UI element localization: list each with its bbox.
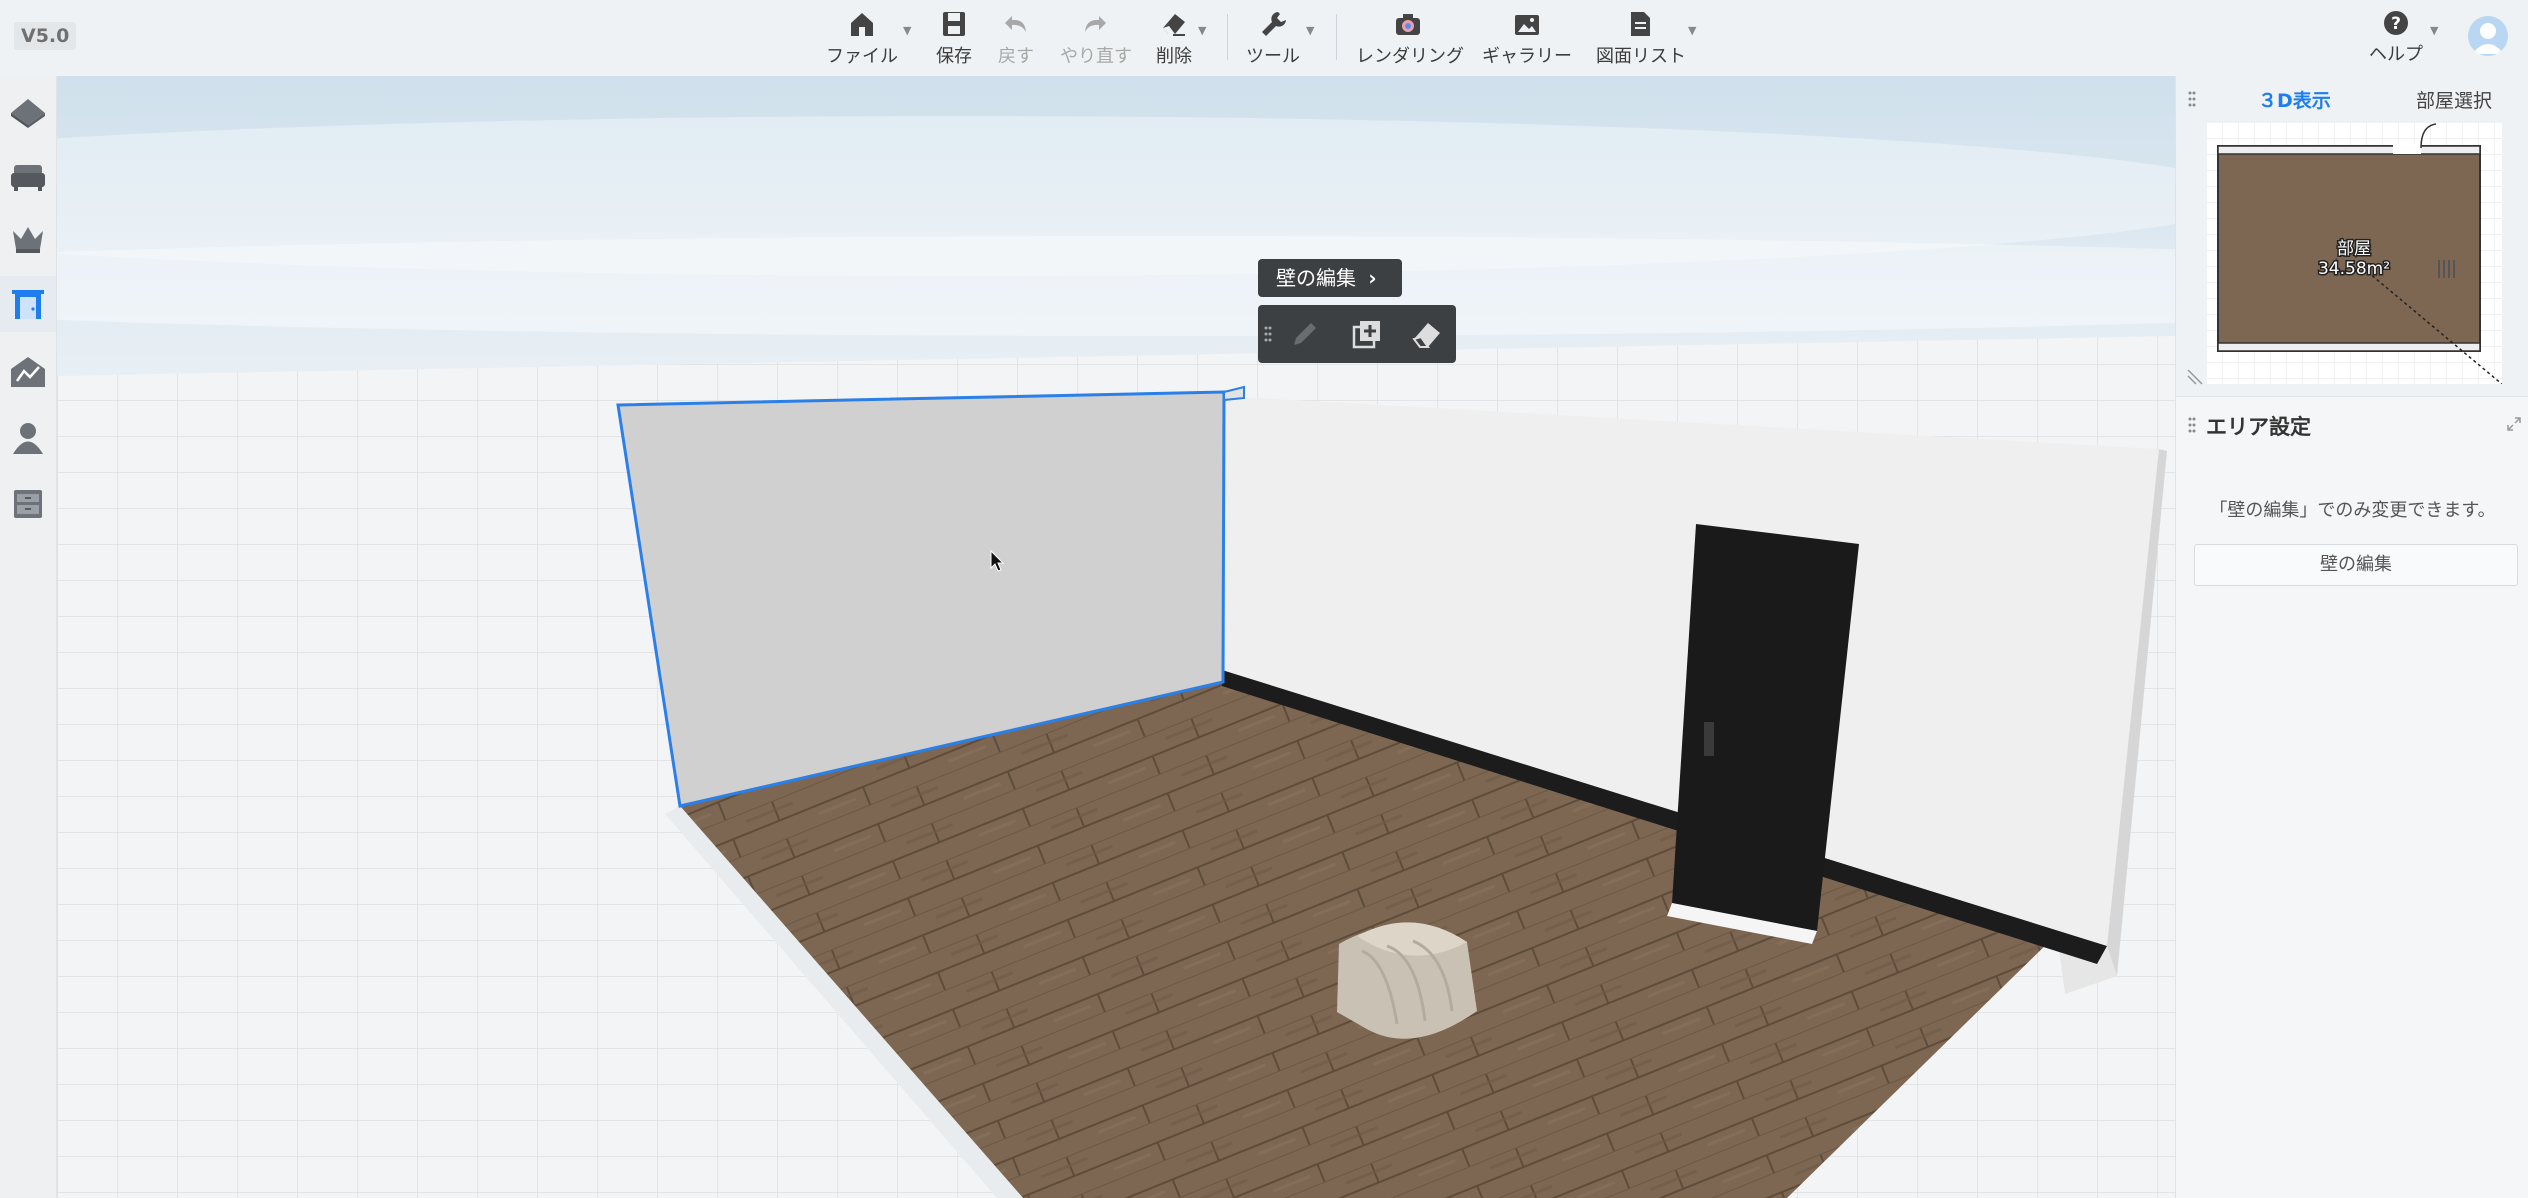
sidebar-item-people[interactable] (0, 410, 56, 466)
terrain-icon (11, 357, 45, 387)
sidebar-item-decor[interactable] (0, 212, 56, 268)
crown-icon (13, 227, 43, 253)
sidebar-item-furniture[interactable] (0, 148, 56, 204)
minimap-wall (2217, 145, 2481, 155)
wrench-icon (1262, 12, 1286, 36)
toolbar-divider (1336, 14, 1337, 60)
chevron-right-icon: › (1368, 266, 1377, 290)
avatar[interactable] (2468, 16, 2508, 56)
camera-icon (1396, 14, 1420, 35)
door-handle (1704, 722, 1714, 756)
drag-handle-icon[interactable] (2188, 90, 2196, 108)
3d-viewport[interactable] (57, 76, 2175, 1198)
minimap-card: ３D表示 部屋選択 部屋 34.58m² (2176, 76, 2528, 397)
drag-handle-icon[interactable] (2188, 416, 2196, 434)
expand-icon[interactable] (2506, 416, 2522, 432)
home-icon (851, 13, 873, 36)
redo-icon (1085, 16, 1106, 32)
tools-button[interactable]: ツール (1246, 8, 1300, 68)
eraser-icon (1163, 14, 1185, 36)
document-icon (1631, 12, 1650, 36)
minimap[interactable]: 部屋 34.58m² (2206, 122, 2502, 384)
area-settings-message: 「壁の編集」でのみ変更できます。 (2209, 500, 2496, 521)
cloud-band (57, 236, 2175, 336)
gallery-button[interactable]: ギャラリー (1482, 8, 1572, 68)
drawing-list-button[interactable]: 図面リスト (1596, 8, 1686, 68)
version-badge: V5.0 (14, 22, 77, 50)
cabinet-icon (14, 490, 42, 518)
add-wall-button[interactable] (1350, 317, 1384, 351)
file-caret-icon[interactable]: ▼ (903, 24, 911, 37)
undo-icon (1005, 16, 1026, 32)
question-icon: ? (2384, 11, 2408, 35)
save-icon (943, 12, 965, 36)
furniture-icon (11, 165, 45, 191)
tools-caret-icon[interactable]: ▼ (1306, 24, 1314, 37)
pouf-furniture[interactable] (1337, 922, 1477, 1039)
rendering-button[interactable]: レンダリング (1356, 8, 1464, 68)
minimap-wall (2217, 342, 2481, 352)
sidebar-item-floor[interactable] (0, 84, 56, 140)
delete-caret-icon[interactable]: ▼ (1198, 24, 1206, 37)
image-icon (1515, 15, 1539, 35)
tab-3d-view[interactable]: ３D表示 (2258, 86, 2331, 113)
floor-icon (11, 99, 45, 128)
drawing-list-caret-icon[interactable]: ▼ (1688, 24, 1696, 37)
edit-wall-button[interactable]: 壁の編集 (2194, 544, 2518, 586)
3d-scene[interactable] (57, 76, 2175, 1198)
user-icon (2472, 23, 2504, 54)
draw-wall-button[interactable] (1288, 317, 1322, 351)
sidebar-item-storage[interactable] (0, 476, 56, 532)
right-panel: ３D表示 部屋選択 部屋 34.58m² エリア設定 「壁の編集」でのみ変更でき… (2175, 76, 2528, 1198)
person-icon (13, 423, 43, 454)
drag-handle-icon[interactable] (1264, 325, 1272, 343)
minimap-door-gap (2393, 144, 2421, 154)
svg-text:?: ? (2391, 14, 2401, 34)
tab-room-select[interactable]: 部屋選択 (2416, 86, 2492, 113)
sidebar-item-terrain[interactable] (0, 344, 56, 400)
undo-button[interactable]: 戻す (996, 8, 1036, 68)
left-sidebar (0, 76, 57, 1198)
minimap-room-name: 部屋 (2337, 239, 2371, 259)
redo-button[interactable]: やり直す (1060, 8, 1132, 68)
delete-button[interactable]: 削除 (1154, 8, 1194, 68)
help-caret-icon[interactable]: ▼ (2430, 24, 2438, 37)
door-icon (12, 290, 44, 319)
sidebar-item-doors-windows[interactable] (0, 276, 56, 332)
minimap-room-area: 34.58m² (2318, 259, 2390, 279)
help-button[interactable]: ? ヘルプ (2368, 10, 2424, 66)
file-button[interactable]: ファイル (826, 8, 898, 68)
save-button[interactable]: 保存 (932, 8, 976, 68)
wall-edit-button[interactable]: 壁の編集 › (1258, 259, 1402, 297)
pencil-icon (1294, 323, 1316, 345)
erase-wall-button[interactable] (1410, 317, 1444, 351)
eraser-icon (1412, 323, 1440, 348)
add-copy-icon (1352, 321, 1380, 349)
wall-edit-toolbar (1258, 305, 1456, 363)
resize-handle-icon[interactable] (2186, 366, 2206, 386)
top-toolbar: V5.0 ファイル ▼ 保存 戻す やり直す 削除 ▼ ツール ▼ レンダリング… (0, 0, 2528, 76)
area-settings-title: エリア設定 (2206, 415, 2311, 439)
toolbar-divider (1227, 14, 1228, 60)
